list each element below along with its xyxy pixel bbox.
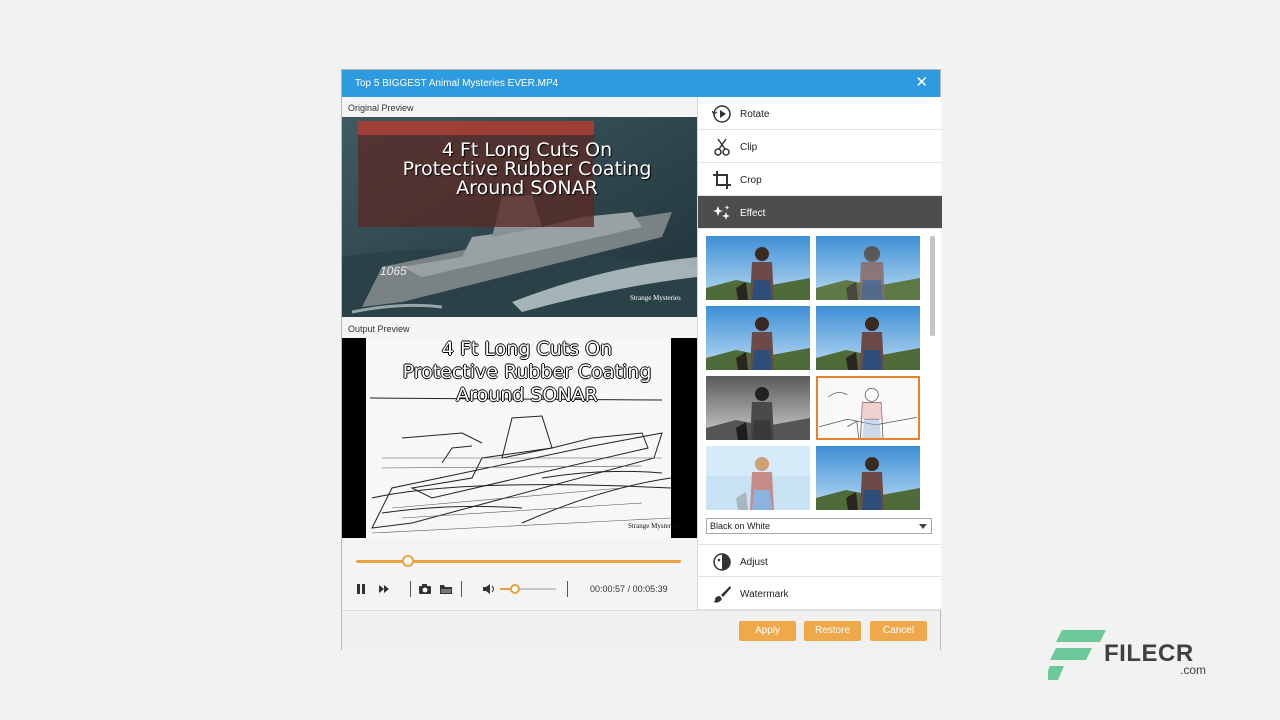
effect-thumbnail[interactable] — [706, 446, 810, 510]
output-preview: Strange Mysteries 4 Ft Long Cuts On Prot… — [342, 338, 697, 538]
dialog-footer: Apply Restore Cancel — [342, 610, 940, 650]
menu-clip[interactable]: Clip — [698, 130, 942, 163]
caption-line: 4 Ft Long Cuts On — [441, 338, 613, 360]
effect-thumbnail[interactable] — [706, 376, 810, 440]
apply-button[interactable]: Apply — [739, 621, 796, 641]
sparkle-icon — [713, 205, 730, 220]
caption-line: Around SONAR — [456, 384, 598, 406]
effect-thumbnail[interactable] — [706, 236, 810, 300]
cancel-button[interactable]: Cancel — [870, 621, 927, 641]
folder-icon[interactable] — [439, 581, 453, 597]
adjust-icon — [713, 553, 731, 571]
next-frame-icon[interactable] — [378, 581, 390, 597]
total-time: 00:05:39 — [632, 584, 668, 594]
effect-thumbnail[interactable] — [816, 236, 920, 300]
title-bar: Top 5 BIGGEST Animal Mysteries EVER.MP4 … — [342, 70, 940, 97]
seek-handle[interactable] — [402, 555, 414, 567]
menu-effect[interactable]: Effect — [698, 196, 942, 229]
volume-icon[interactable] — [482, 581, 496, 597]
time-separator: / — [627, 584, 631, 594]
effect-thumbnail[interactable] — [816, 446, 920, 510]
hull-number: 1065 — [380, 264, 407, 278]
original-caption: 4 Ft Long Cuts On Protective Rubber Coat… — [342, 141, 697, 198]
original-preview-label: Original Preview — [348, 103, 414, 113]
effect-thumbnail[interactable] — [816, 306, 920, 370]
menu-rotate[interactable]: Rotate — [698, 97, 942, 130]
video-edit-window: Top 5 BIGGEST Animal Mysteries EVER.MP4 … — [341, 69, 942, 650]
menu-clip-label: Clip — [740, 142, 758, 153]
controls-separator — [567, 581, 568, 597]
brush-icon — [713, 586, 731, 603]
chevron-down-icon — [919, 524, 927, 529]
effect-select-value: Black on White — [710, 521, 771, 531]
effect-thumbnail-grid — [706, 236, 928, 514]
effects-scrollbar[interactable] — [930, 236, 935, 336]
output-preview-label: Output Preview — [348, 324, 410, 334]
controls-separator — [461, 581, 462, 597]
filecr-logo-icon — [1044, 630, 1106, 680]
close-icon[interactable]: ✕ — [915, 74, 928, 91]
output-caption: 4 Ft Long Cuts On Protective Rubber Coat… — [342, 338, 697, 407]
current-time: 00:00:57 — [590, 584, 626, 594]
rotate-icon — [712, 105, 731, 123]
snapshot-icon[interactable] — [418, 581, 432, 597]
volume-handle[interactable] — [510, 584, 520, 594]
caption-line: Protective Rubber Coating — [402, 361, 652, 383]
menu-adjust-label: Adjust — [740, 557, 768, 568]
menu-crop-label: Crop — [740, 175, 762, 186]
edit-tools-pane: Rotate Clip Crop Effect Black on White A… — [697, 97, 942, 610]
window-title: Top 5 BIGGEST Animal Mysteries EVER.MP4 — [355, 78, 559, 89]
menu-watermark[interactable]: Watermark — [698, 577, 942, 610]
menu-effect-label: Effect — [740, 208, 766, 219]
crop-icon — [713, 171, 731, 189]
preview-pane: Original Preview 1065 Strange Mysteries … — [342, 97, 697, 610]
scissors-icon — [714, 138, 730, 156]
restore-button[interactable]: Restore — [804, 621, 861, 641]
controls-separator — [410, 581, 411, 597]
original-preview: 1065 Strange Mysteries 4 Ft Long Cuts On… — [342, 117, 697, 317]
effect-thumbnail[interactable] — [706, 306, 810, 370]
effect-select[interactable]: Black on White — [706, 518, 932, 534]
caption-line: Around SONAR — [456, 177, 598, 199]
output-corner-logo: Strange Mysteries — [628, 522, 679, 530]
filecr-watermark: FILECR .com — [1044, 628, 1228, 684]
effect-thumbnail-selected[interactable] — [816, 376, 920, 440]
pause-icon[interactable] — [355, 581, 367, 597]
menu-watermark-label: Watermark — [740, 589, 789, 600]
menu-adjust[interactable]: Adjust — [698, 544, 942, 577]
menu-crop[interactable]: Crop — [698, 163, 942, 196]
filecr-domain: .com — [1180, 663, 1207, 677]
menu-rotate-label: Rotate — [740, 109, 770, 120]
corner-logo: Strange Mysteries — [630, 294, 681, 302]
time-display: 00:00:57 / 00:05:39 — [590, 584, 668, 594]
